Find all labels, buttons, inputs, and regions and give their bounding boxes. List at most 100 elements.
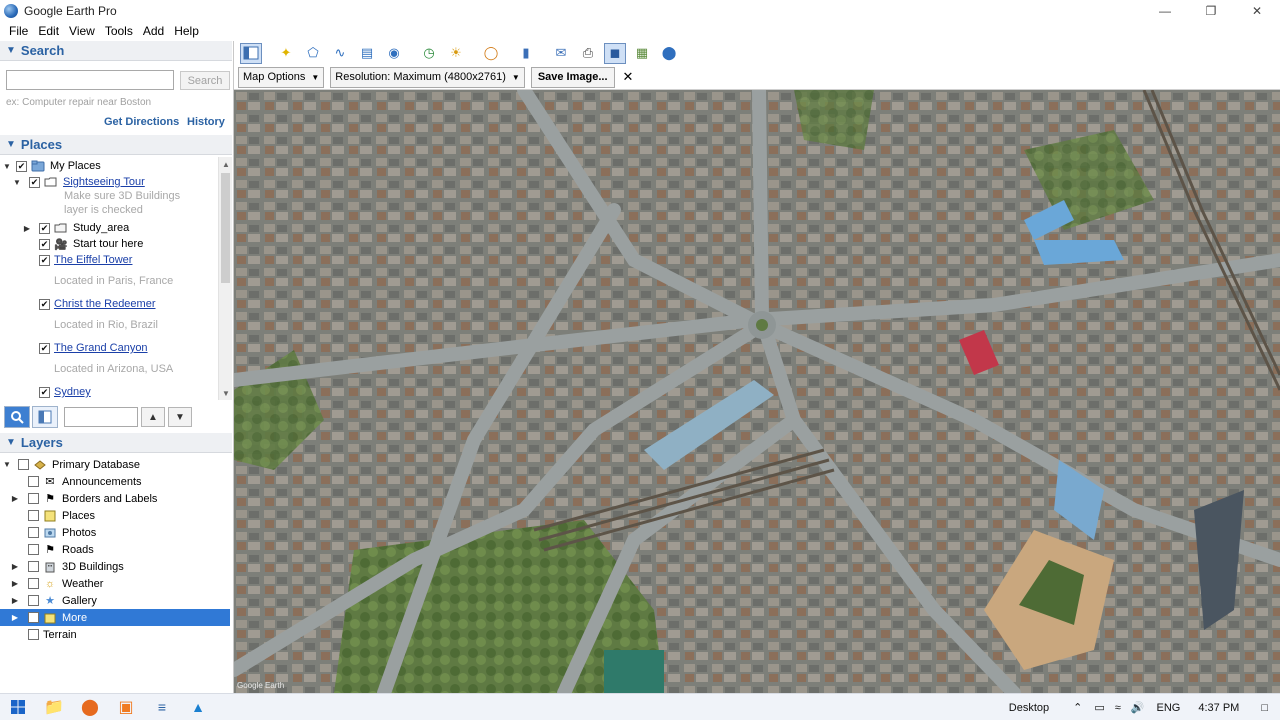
photos-app-button[interactable]: ▲: [180, 694, 216, 721]
restore-button[interactable]: ❐: [1188, 0, 1234, 21]
tree-item-eiffel-tower[interactable]: The Eiffel Tower: [32, 252, 132, 268]
menu-edit[interactable]: Edit: [33, 24, 64, 38]
checkbox[interactable]: [39, 238, 50, 250]
checkbox[interactable]: [39, 386, 50, 398]
search-places-button[interactable]: [4, 406, 30, 428]
switch-planet-button[interactable]: ◯: [480, 43, 502, 64]
expand-arrow-icon[interactable]: ▶: [22, 224, 32, 233]
layer-terrain[interactable]: Terrain: [0, 626, 230, 643]
layer-primary-database[interactable]: ▼ Primary Database: [0, 456, 230, 473]
email-button[interactable]: ✉: [550, 43, 572, 64]
tree-item-label[interactable]: The Grand Canyon: [54, 342, 148, 354]
places-panel-header[interactable]: ▼ Places: [0, 135, 232, 155]
expand-arrow-icon[interactable]: ▶: [10, 494, 20, 503]
layer-places[interactable]: Places: [0, 507, 230, 524]
checkbox[interactable]: [28, 561, 39, 572]
history-link[interactable]: History: [187, 116, 225, 128]
close-window-button[interactable]: ✕: [1234, 0, 1280, 21]
desktop-toolbar-label[interactable]: Desktop: [1009, 702, 1049, 714]
places-scrollbar[interactable]: ▲ ▼: [218, 157, 232, 400]
expand-arrow-icon[interactable]: ▼: [2, 162, 12, 171]
add-image-overlay-button[interactable]: ▤: [356, 43, 378, 64]
search-input[interactable]: [6, 70, 174, 90]
expand-arrow-icon[interactable]: ▶: [10, 562, 20, 571]
checkbox[interactable]: [28, 510, 39, 521]
menu-help[interactable]: Help: [169, 24, 204, 38]
menu-tools[interactable]: Tools: [100, 24, 138, 38]
language-indicator[interactable]: ENG: [1157, 702, 1181, 714]
minimize-button[interactable]: —: [1142, 0, 1188, 21]
map-view[interactable]: Google Earth: [234, 90, 1280, 693]
search-panel-header[interactable]: ▼ Search: [0, 41, 232, 61]
expand-arrow-icon[interactable]: ▶: [10, 579, 20, 588]
add-placemark-button[interactable]: ✦: [275, 43, 297, 64]
expand-arrow-icon[interactable]: ▼: [2, 460, 12, 469]
ruler-button[interactable]: ▮: [515, 43, 537, 64]
checkbox[interactable]: [28, 612, 39, 623]
view-in-maps-button[interactable]: ▦: [631, 43, 653, 64]
tray-chevron-up-icon[interactable]: ⌃: [1073, 701, 1082, 714]
layer-weather[interactable]: ▶ ☼ Weather: [0, 575, 230, 592]
battery-icon[interactable]: ▭: [1094, 701, 1104, 714]
checkbox[interactable]: [39, 298, 50, 310]
menu-add[interactable]: Add: [138, 24, 169, 38]
checkbox[interactable]: [39, 254, 50, 266]
menu-file[interactable]: File: [4, 24, 33, 38]
stack-app-button[interactable]: ≡: [144, 694, 180, 721]
earth-gallery-button[interactable]: ⬤: [658, 43, 680, 64]
checkbox[interactable]: [18, 459, 29, 470]
print-button[interactable]: ⎙: [577, 43, 599, 64]
historical-imagery-button[interactable]: ◷: [418, 43, 440, 64]
expand-arrow-icon[interactable]: ▶: [10, 596, 20, 605]
add-polygon-button[interactable]: ⬠: [302, 43, 324, 64]
tree-item-label[interactable]: The Eiffel Tower: [54, 254, 132, 266]
tree-item-label[interactable]: Sightseeing Tour: [63, 176, 145, 188]
map-options-dropdown[interactable]: Map Options ▼: [238, 66, 325, 88]
scroll-down-icon[interactable]: ▼: [219, 386, 233, 400]
windows-start-button[interactable]: [0, 694, 36, 721]
checkbox[interactable]: [16, 160, 27, 172]
layer-announcements[interactable]: ✉ Announcements: [0, 473, 230, 490]
tree-item-study-area[interactable]: ▶ Study_area: [22, 220, 129, 236]
tree-item-grand-canyon[interactable]: The Grand Canyon: [32, 340, 148, 356]
scroll-up-icon[interactable]: ▲: [219, 157, 233, 171]
save-image-toggle-button[interactable]: ◼: [604, 42, 626, 64]
tree-item-my-places[interactable]: ▼ My Places: [2, 158, 101, 174]
tree-item-sightseeing-tour[interactable]: ▼ Sightseeing Tour: [12, 174, 145, 190]
checkbox[interactable]: [28, 544, 39, 555]
get-directions-link[interactable]: Get Directions: [104, 116, 179, 128]
file-explorer-button[interactable]: 📁: [36, 694, 72, 721]
checkbox[interactable]: [39, 222, 50, 234]
checkbox[interactable]: [28, 527, 39, 538]
tree-item-sydney[interactable]: Sydney: [32, 384, 91, 400]
places-filter-input[interactable]: [64, 407, 138, 427]
checkbox[interactable]: [39, 342, 50, 354]
record-tour-button[interactable]: ◉: [383, 43, 405, 64]
notifications-icon[interactable]: □: [1261, 702, 1268, 714]
layer-more[interactable]: ▶ More: [0, 609, 230, 626]
layer-3d-buildings[interactable]: ▶ 3D Buildings: [0, 558, 230, 575]
checkbox[interactable]: [28, 493, 39, 504]
panel-toggle-button[interactable]: [32, 406, 58, 428]
tree-item-label[interactable]: Christ the Redeemer: [54, 298, 156, 310]
layer-photos[interactable]: Photos: [0, 524, 230, 541]
expand-arrow-icon[interactable]: ▶: [10, 613, 20, 622]
checkbox[interactable]: [28, 476, 39, 487]
app-orange-button[interactable]: ▣: [108, 694, 144, 721]
scroll-thumb[interactable]: [221, 173, 230, 283]
sunlight-button[interactable]: ☀: [445, 43, 467, 64]
move-down-button[interactable]: ▼: [168, 407, 192, 427]
volume-icon[interactable]: 🔊: [1131, 701, 1145, 714]
sidebar-toggle-button[interactable]: [240, 42, 262, 64]
firefox-button[interactable]: ⬤: [72, 694, 108, 721]
save-image-button[interactable]: Save Image...: [530, 66, 615, 88]
tree-item-start-tour[interactable]: 🎥 Start tour here: [32, 236, 143, 252]
checkbox[interactable]: [28, 595, 39, 606]
layer-borders-and-labels[interactable]: ▶ ⚑ Borders and Labels: [0, 490, 230, 507]
tree-item-label[interactable]: Sydney: [54, 386, 91, 398]
wifi-icon[interactable]: ≈: [1115, 702, 1121, 714]
move-up-button[interactable]: ▲: [141, 407, 165, 427]
tree-item-christ-the-redeemer[interactable]: Christ the Redeemer: [32, 296, 156, 312]
add-path-button[interactable]: ∿: [329, 43, 351, 64]
checkbox[interactable]: [28, 578, 39, 589]
